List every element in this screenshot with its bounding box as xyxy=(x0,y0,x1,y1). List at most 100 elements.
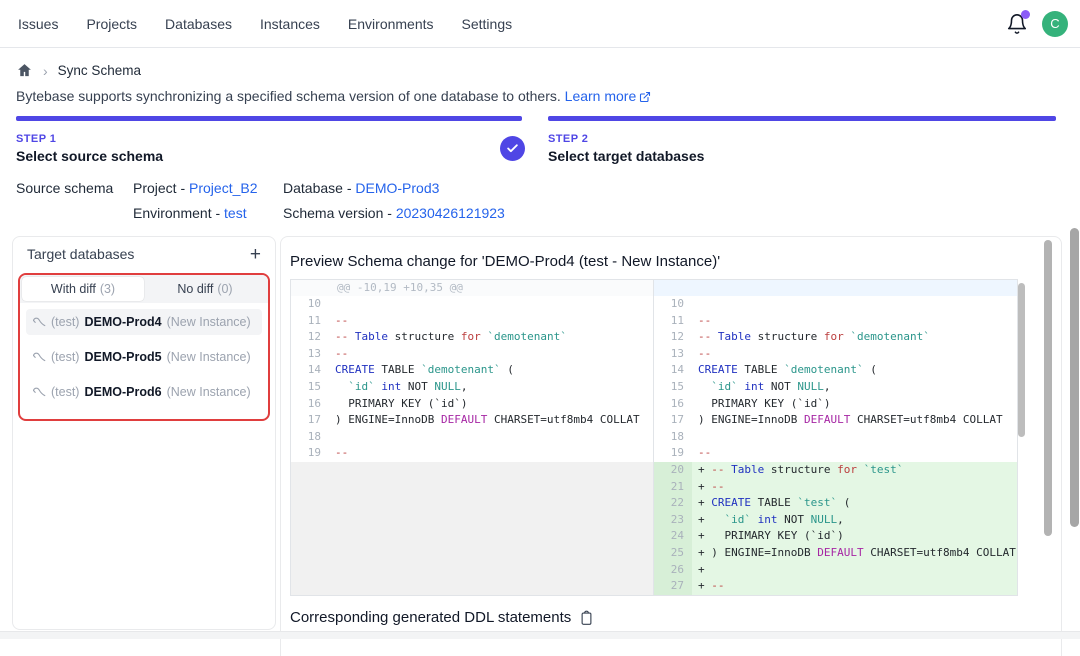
top-nav: Issues Projects Databases Instances Environm… xyxy=(0,0,1080,48)
diff-pane-target: 1011 -- 12-- Table structure for `demotena… xyxy=(654,280,1017,595)
source-field-name: Environment - xyxy=(133,205,224,221)
db-name: DEMO-Prod6 xyxy=(84,385,161,399)
nav-item-projects[interactable]: Projects xyxy=(86,16,137,32)
line-number: 25 xyxy=(654,545,692,562)
nav-item-issues[interactable]: Issues xyxy=(18,16,58,32)
diff-row: 15 `id` int NOT NULL, xyxy=(654,379,1017,396)
diff-row: 18 xyxy=(654,429,1017,446)
step2-title: Select target databases xyxy=(548,148,704,164)
diff-row: 16 PRIMARY KEY (`id`) xyxy=(291,396,653,413)
tab-with-diff[interactable]: With diff(3) xyxy=(22,277,144,301)
notification-dot xyxy=(1021,10,1030,19)
diff-row: 10 xyxy=(654,296,1017,313)
copy-clipboard-icon[interactable] xyxy=(579,610,594,626)
source-field-name: Database - xyxy=(283,180,355,196)
diff-pane-source: @@ -10,19 +10,35 @@ 1011--12-- Table str… xyxy=(291,280,654,595)
code-line: CREATE TABLE `demotenant` ( xyxy=(329,362,653,379)
diff-row: 12-- Table structure for `demotenant` xyxy=(654,329,1017,346)
diff-filler-row xyxy=(291,545,653,562)
tab-no-diff[interactable]: No diff (0) xyxy=(144,277,266,301)
line-number: 13 xyxy=(654,346,692,363)
target-db-row[interactable]: (test)DEMO-Prod5(New Instance) xyxy=(26,344,262,370)
preview-card-scrollbar[interactable] xyxy=(1044,240,1052,536)
target-databases-highlight-box: With diff(3) No diff (0) (test)DEMO-Prod4(… xyxy=(18,273,270,421)
line-number: 14 xyxy=(291,362,329,379)
diff-filler-row xyxy=(291,528,653,545)
diff-row: 17) ENGINE=InnoDB DEFAULT CHARSET=utf8mb… xyxy=(291,412,653,429)
line-number: 20 xyxy=(654,462,692,479)
line-number: 19 xyxy=(654,445,692,462)
learn-more-link[interactable]: Learn more xyxy=(565,88,637,104)
source-field-link[interactable]: Project_B2 xyxy=(189,180,257,196)
code-line: `id` int NOT NULL, xyxy=(692,379,1017,396)
code-line: -- xyxy=(329,313,653,330)
preview-title: Preview Schema change for 'DEMO-Prod4 (t… xyxy=(290,253,720,270)
diff-filler-row xyxy=(291,578,653,595)
tab-label: No diff xyxy=(177,282,213,296)
code-line: PRIMARY KEY (`id`) xyxy=(329,396,653,413)
mysql-icon xyxy=(32,351,46,364)
db-name: DEMO-Prod4 xyxy=(84,315,161,329)
step1: STEP 1 Select source schema xyxy=(16,133,163,164)
home-icon[interactable] xyxy=(16,62,33,79)
nav-item-databases[interactable]: Databases xyxy=(165,16,232,32)
line-number: 11 xyxy=(654,313,692,330)
add-target-database-button[interactable]: + xyxy=(250,245,261,264)
source-field: Schema version - 20230426121923 xyxy=(283,205,505,221)
page-scrollbar[interactable] xyxy=(1070,228,1079,527)
diff-row: 27+ -- xyxy=(654,578,1017,595)
line-number: 24 xyxy=(654,528,692,545)
diff-filler-row xyxy=(291,479,653,496)
diff-pane-scrollbar[interactable] xyxy=(1018,283,1025,437)
source-field-link[interactable]: DEMO-Prod3 xyxy=(355,180,439,196)
intro-description: Bytebase supports synchronizing a specif… xyxy=(16,88,561,104)
diff-filler-row xyxy=(291,462,653,479)
nav-item-environments[interactable]: Environments xyxy=(348,16,434,32)
db-suffix: (New Instance) xyxy=(167,385,251,399)
notifications-bell-icon[interactable] xyxy=(1006,13,1028,35)
source-field-link[interactable]: test xyxy=(224,205,247,221)
nav-item-settings[interactable]: Settings xyxy=(462,16,513,32)
chevron-right-icon: › xyxy=(43,63,48,79)
line-number: 19 xyxy=(291,445,329,462)
tab-label: With diff xyxy=(51,282,96,296)
mysql-icon xyxy=(32,316,46,329)
diff-tabs: With diff(3) No diff (0) xyxy=(20,275,268,303)
tab-count: (0) xyxy=(217,282,232,296)
diff-row: 14CREATE TABLE `demotenant` ( xyxy=(291,362,653,379)
diff-row: 13-- xyxy=(654,346,1017,363)
source-field: Database - DEMO-Prod3 xyxy=(283,180,505,196)
external-link-icon xyxy=(639,91,651,103)
step1-label: STEP 1 xyxy=(16,133,163,145)
code-line: -- xyxy=(329,346,653,363)
code-line xyxy=(692,429,1017,446)
preview-card: Preview Schema change for 'DEMO-Prod4 (t… xyxy=(280,236,1062,656)
source-field: Project - Project_B2 xyxy=(133,180,283,196)
target-db-row[interactable]: (test)DEMO-Prod4(New Instance) xyxy=(26,309,262,335)
line-number: 22 xyxy=(654,495,692,512)
source-field-name: Project - xyxy=(133,180,189,196)
avatar[interactable]: C xyxy=(1042,11,1068,37)
ddl-title: Corresponding generated DDL statements xyxy=(290,609,571,626)
line-number: 15 xyxy=(291,379,329,396)
line-number: 18 xyxy=(654,429,692,446)
code-line: -- xyxy=(692,445,1017,462)
diff-row: 20+ -- Table structure for `test` xyxy=(654,462,1017,479)
db-name: DEMO-Prod5 xyxy=(84,350,161,364)
diff-row: 15 `id` int NOT NULL, xyxy=(291,379,653,396)
step1-title: Select source schema xyxy=(16,148,163,164)
line-number: 15 xyxy=(654,379,692,396)
source-field-link[interactable]: 20230426121923 xyxy=(396,205,505,221)
code-line xyxy=(329,296,653,313)
line-number: 11 xyxy=(291,313,329,330)
source-schema-fields: Project - Project_B2Database - DEMO-Prod… xyxy=(133,180,505,221)
nav-item-instances[interactable]: Instances xyxy=(260,16,320,32)
diff-row: 23+ `id` int NOT NULL, xyxy=(654,512,1017,529)
target-db-row[interactable]: (test)DEMO-Prod6(New Instance) xyxy=(26,379,262,405)
diff-hunk-header: @@ -10,19 +10,35 @@ xyxy=(291,280,653,296)
breadcrumb-current: Sync Schema xyxy=(58,63,141,78)
db-suffix: (New Instance) xyxy=(167,350,251,364)
intro-text: Bytebase supports synchronizing a specif… xyxy=(16,88,651,104)
line-number: 21 xyxy=(654,479,692,496)
step2-label: STEP 2 xyxy=(548,133,704,145)
